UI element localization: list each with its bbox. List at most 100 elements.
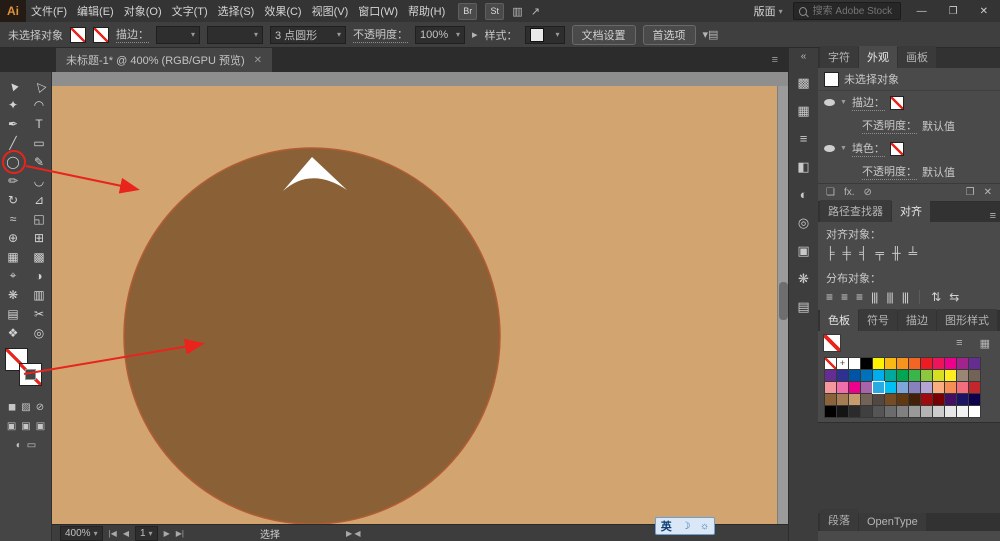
stock-search-box[interactable]	[792, 2, 901, 20]
distribute-h-center-icon[interactable]: |||	[886, 290, 893, 304]
add-new-stroke-icon[interactable]: ❏	[826, 187, 835, 198]
symbol-sprayer-tool[interactable]: ❋	[0, 285, 26, 304]
appearance-fill-label[interactable]: 填色：	[851, 140, 885, 157]
rectangle-tool[interactable]: ▭	[26, 133, 52, 152]
shape-builder-tool[interactable]: ⊕	[0, 228, 26, 247]
stroke-panel-icon[interactable]: ≡	[793, 128, 815, 149]
swatch-4-12[interactable]	[969, 406, 980, 417]
swatch-1-2[interactable]	[849, 370, 860, 381]
style-dropdown[interactable]: ▾	[524, 25, 565, 44]
align-v-center-icon[interactable]: ╫	[892, 246, 900, 260]
canvas-area[interactable]	[52, 72, 788, 525]
swatch-2-4[interactable]	[873, 382, 884, 393]
swatch-0-3[interactable]	[861, 358, 872, 369]
swatch-2-7[interactable]	[909, 382, 920, 393]
swatch-2-2[interactable]	[849, 382, 860, 393]
menu-item-4[interactable]: 选择(S)	[213, 3, 260, 19]
swatch-1-9[interactable]	[933, 370, 944, 381]
duplicate-selected-item-icon[interactable]: ❐	[966, 187, 975, 198]
swatch-2-8[interactable]	[921, 382, 932, 393]
swatch-1-7[interactable]	[909, 370, 920, 381]
swatch-4-0[interactable]	[825, 406, 836, 417]
stroke-opacity-label[interactable]: 不透明度：	[862, 117, 917, 134]
screen-mode-row-icon-0[interactable]: ◐	[16, 440, 22, 451]
ime-moon-icon[interactable]: ☽	[681, 521, 690, 532]
swatch-2-12[interactable]	[969, 382, 980, 393]
menu-item-1[interactable]: 编辑(E)	[72, 3, 119, 19]
swatch-1-1[interactable]	[837, 370, 848, 381]
swatch-3-1[interactable]	[837, 394, 848, 405]
tab-段落[interactable]: 段落	[820, 509, 858, 531]
type-tool[interactable]: T	[26, 114, 52, 133]
tab-bar-menu-icon[interactable]: ≡	[772, 54, 778, 66]
expand-panels-icon[interactable]: «	[789, 48, 818, 65]
zoom-tool[interactable]: ◎	[26, 323, 52, 342]
hand-tool[interactable]: ❖	[0, 323, 26, 342]
layers-panel-icon[interactable]: ▤	[793, 296, 815, 317]
status-expand-icon[interactable]: ▶ ◀	[346, 529, 361, 538]
list-view-icon[interactable]: ≡	[956, 337, 962, 349]
stroke-color-well[interactable]	[93, 26, 109, 43]
align-left-icon[interactable]: ╞	[826, 246, 834, 260]
gradient-tool[interactable]: ▩	[26, 247, 52, 266]
swatch-4-4[interactable]	[873, 406, 884, 417]
arrange-documents-icon[interactable]: ▥	[512, 5, 522, 18]
align-top-icon[interactable]: ╤	[876, 246, 884, 260]
scale-tool[interactable]: ⊿	[26, 190, 52, 209]
expand-chevron-icon[interactable]: ▼	[840, 145, 847, 152]
rotate-tool[interactable]: ↻	[0, 190, 26, 209]
color-mode-row-icon-0[interactable]: ◼	[8, 402, 16, 413]
opacity-flyout-icon[interactable]: ▸	[472, 28, 478, 41]
tab-外观[interactable]: 外观	[859, 46, 897, 68]
expand-chevron-icon[interactable]: ▼	[840, 99, 847, 106]
align-bottom-icon[interactable]: ╧	[909, 246, 917, 260]
menu-item-0[interactable]: 文件(F)	[26, 3, 72, 19]
swatch-3-9[interactable]	[933, 394, 944, 405]
appearance-panel-icon[interactable]: ◎	[793, 212, 815, 233]
swatch-4-3[interactable]	[861, 406, 872, 417]
swatch-4-11[interactable]	[957, 406, 968, 417]
vertical-scrollbar[interactable]	[777, 86, 788, 524]
swatch-2-3[interactable]	[861, 382, 872, 393]
swatch-3-2[interactable]	[849, 394, 860, 405]
minimize-button[interactable]: —	[911, 6, 933, 17]
swatch-1-8[interactable]	[921, 370, 932, 381]
swatch-0-5[interactable]	[885, 358, 896, 369]
tab-图形样式[interactable]: 图形样式	[937, 309, 997, 331]
last-artboard-button[interactable]: ▶|	[176, 529, 184, 538]
tab-字符[interactable]: 字符	[820, 46, 858, 68]
color-mode-row-icon-2[interactable]: ⊘	[36, 402, 44, 413]
fill-color-well[interactable]	[70, 26, 86, 43]
fill-visibility-eye-icon[interactable]	[824, 145, 835, 152]
ime-language-indicator[interactable]: 英	[661, 518, 672, 534]
draw-mode-row-icon-1[interactable]: ▣	[21, 421, 30, 432]
vertical-distribute-space-icon[interactable]: ⇅	[931, 290, 941, 304]
pencil-tool[interactable]: ✏	[0, 171, 26, 190]
align-h-center-icon[interactable]: ╪	[843, 246, 851, 260]
swatch-2-9[interactable]	[933, 382, 944, 393]
align-right-icon[interactable]: ╡	[859, 246, 867, 260]
swatch-2-1[interactable]	[837, 382, 848, 393]
distribute-bottom-icon[interactable]: ≡	[856, 290, 863, 304]
swatch-3-7[interactable]	[909, 394, 920, 405]
delete-selected-item-icon[interactable]: ✕	[984, 187, 992, 198]
swatch-3-5[interactable]	[885, 394, 896, 405]
share-icon[interactable]: ↗	[531, 5, 540, 18]
swatch-1-6[interactable]	[897, 370, 908, 381]
prev-artboard-button[interactable]: ◀	[123, 529, 129, 538]
stroke-label[interactable]: 描边：	[116, 26, 149, 43]
swatch-4-5[interactable]	[885, 406, 896, 417]
zoom-level-dropdown[interactable]: 400% ▾	[60, 525, 103, 541]
swatch-4-7[interactable]	[909, 406, 920, 417]
draw-mode-row-icon-2[interactable]: ▣	[36, 421, 45, 432]
width-profile-dropdown[interactable]: ▾	[207, 25, 263, 44]
artboard[interactable]	[52, 86, 777, 525]
menu-item-7[interactable]: 窗口(W)	[353, 3, 403, 19]
menu-item-2[interactable]: 对象(O)	[119, 3, 167, 19]
draw-mode-row-icon-0[interactable]: ▣	[7, 421, 16, 432]
thumbnail-view-icon[interactable]: ▦	[980, 337, 990, 350]
swatch-2-5[interactable]	[885, 382, 896, 393]
swatch-1-0[interactable]	[825, 370, 836, 381]
add-new-effect-icon[interactable]: fx.	[844, 187, 855, 198]
preferences-button[interactable]: 首选项	[642, 24, 696, 45]
